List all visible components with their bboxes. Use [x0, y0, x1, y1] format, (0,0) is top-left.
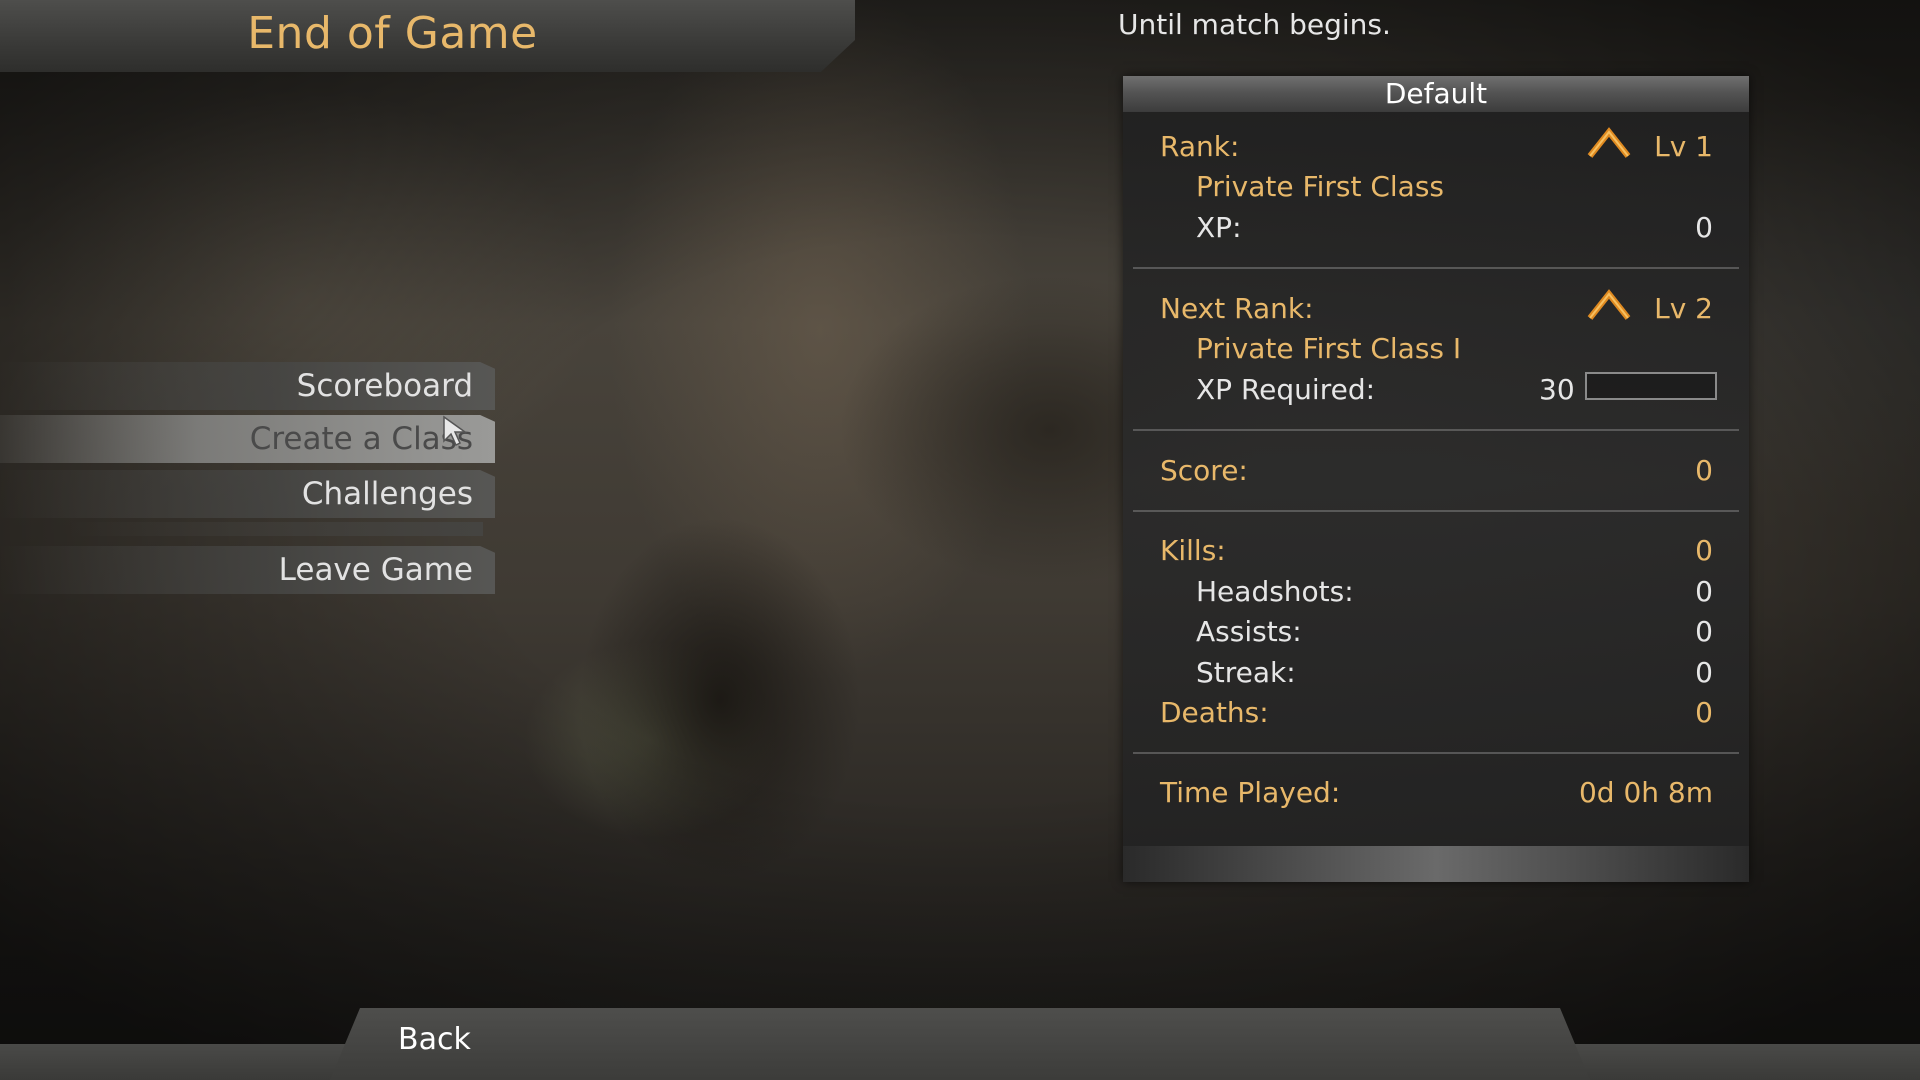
score-value: 0 — [1695, 454, 1713, 487]
divider — [1133, 429, 1739, 431]
bottom-tab — [330, 1008, 1590, 1080]
deaths-value: 0 — [1695, 696, 1713, 729]
next-rank-level: Lv 2 — [1654, 292, 1713, 325]
leave-game-label: Leave Game — [278, 552, 473, 588]
leave-game-button[interactable]: Leave Game — [0, 546, 495, 594]
rank-label: Rank: — [1160, 130, 1240, 163]
next-rank-title: Private First Class I — [1196, 332, 1462, 365]
divider — [1133, 267, 1739, 269]
xp-required-label: XP Required: — [1196, 373, 1376, 406]
challenges-label: Challenges — [301, 476, 473, 512]
next-rank-chevron-icon — [1587, 289, 1631, 320]
challenges-button[interactable]: Challenges — [0, 470, 495, 518]
create-a-class-button[interactable]: Create a Class — [0, 415, 495, 463]
headshots-value: 0 — [1695, 575, 1713, 608]
time-played-value: 0d 0h 8m — [1578, 776, 1713, 809]
rank-title: Private First Class — [1196, 170, 1445, 203]
kills-label: Kills: — [1160, 534, 1226, 567]
rank-chevron-icon — [1587, 127, 1631, 158]
rank-level: Lv 1 — [1654, 130, 1713, 163]
next-rank-label: Next Rank: — [1160, 292, 1314, 325]
create-a-class-label: Create a Class — [249, 421, 473, 457]
title-bar: End of Game — [0, 0, 855, 72]
xp-label: XP: — [1196, 211, 1242, 244]
menu-separator — [70, 522, 483, 536]
deaths-label: Deaths: — [1160, 696, 1269, 729]
scoreboard-label: Scoreboard — [296, 368, 473, 404]
cursor-icon — [443, 415, 468, 447]
kills-value: 0 — [1695, 534, 1713, 567]
xp-required-value: 30 — [1539, 373, 1575, 406]
xp-progress-bar — [1585, 372, 1717, 400]
back-button[interactable]: Back — [398, 1022, 471, 1057]
scoreboard-button[interactable]: Scoreboard — [0, 362, 495, 410]
countdown-text: Until match begins. — [1118, 8, 1391, 41]
time-played-label: Time Played: — [1160, 776, 1341, 809]
panel-footer — [1123, 846, 1749, 882]
assists-label: Assists: — [1196, 615, 1302, 648]
stats-panel: Default Rank: Lv 1 Private First Class X… — [1123, 76, 1749, 882]
score-label: Score: — [1160, 454, 1248, 487]
page-title: End of Game — [247, 8, 538, 59]
divider — [1133, 752, 1739, 754]
assists-value: 0 — [1695, 615, 1713, 648]
panel-header: Default — [1123, 76, 1749, 112]
streak-value: 0 — [1695, 656, 1713, 689]
headshots-label: Headshots: — [1196, 575, 1354, 608]
xp-value: 0 — [1695, 211, 1713, 244]
streak-label: Streak: — [1196, 656, 1296, 689]
divider — [1133, 510, 1739, 512]
